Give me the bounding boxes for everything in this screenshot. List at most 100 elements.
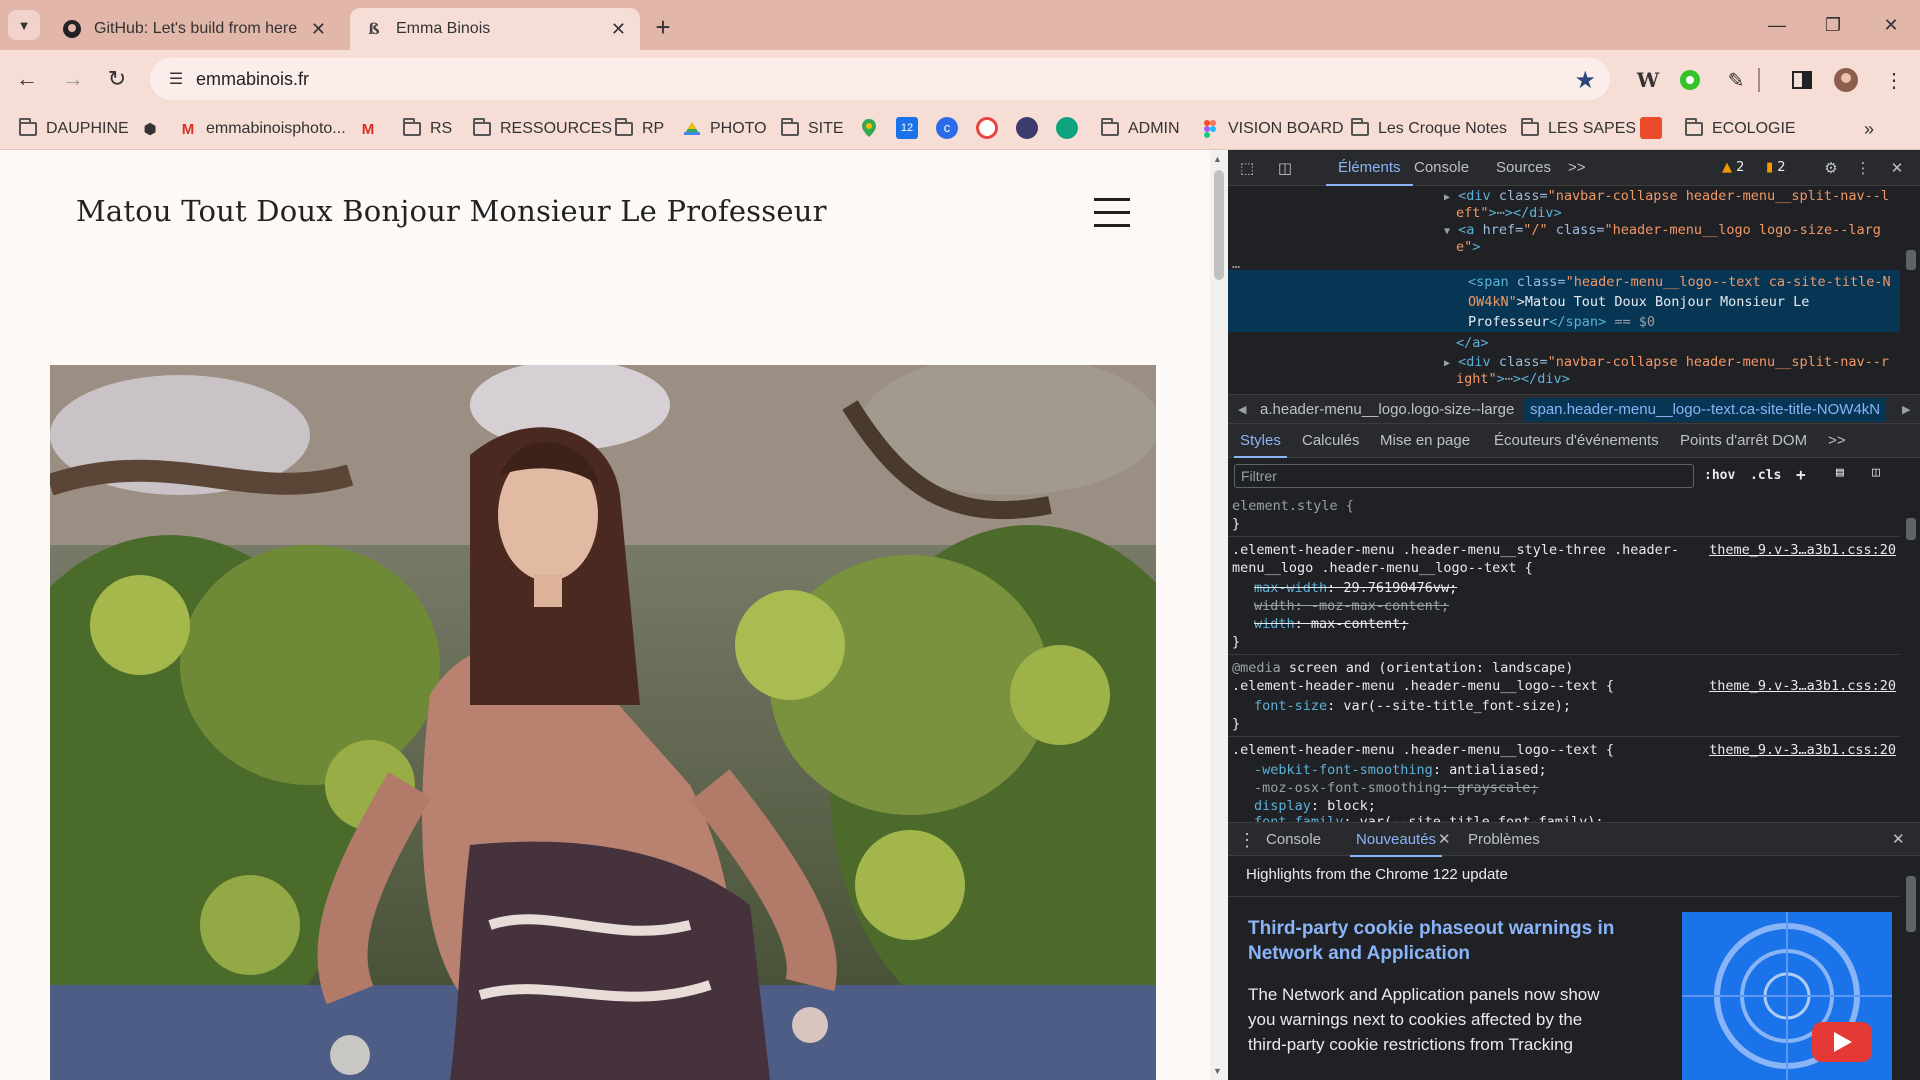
dom-row-menu[interactable]: … (1232, 256, 1240, 272)
maps-icon[interactable] (858, 117, 880, 139)
green-extension-icon[interactable] (1676, 66, 1704, 94)
bookmark-gmail[interactable]: M (358, 116, 386, 142)
bookmark-admin[interactable]: ADMIN (1100, 116, 1180, 142)
more-subtabs-button[interactable]: >> (1828, 424, 1846, 458)
devtools-menu-icon[interactable]: ⋮ (1852, 158, 1874, 178)
breadcrumb-item-selected[interactable]: span.header-menu__logo--text.ca-site-tit… (1524, 398, 1887, 422)
bookmark-les-sapes[interactable]: LES SAPES (1520, 116, 1636, 142)
close-tab-icon[interactable]: ✕ (611, 19, 626, 40)
bookmark-site[interactable]: SITE (780, 116, 844, 142)
collapse-arrow-icon[interactable]: ▼ (1444, 226, 1450, 237)
canva-icon[interactable]: c (936, 117, 958, 139)
add-rule-icon[interactable]: + (1796, 465, 1806, 484)
source-link[interactable]: theme_9.v-3…a3b1.css:20 (1709, 542, 1896, 558)
row-menu-icon[interactable]: … (1232, 256, 1240, 272)
settings-gear-icon[interactable]: ⚙ (1820, 158, 1842, 178)
hover-state-button[interactable]: :hov (1704, 468, 1735, 483)
scrollbar-thumb[interactable] (1214, 170, 1224, 280)
feature-video-thumbnail[interactable] (1682, 912, 1892, 1080)
tab-console[interactable]: Console (1414, 150, 1469, 186)
bookmark-star-icon[interactable]: ★ (1574, 66, 1596, 95)
hamburger-menu-icon[interactable] (1094, 198, 1130, 228)
bookmark-photo[interactable]: PHOTO (682, 116, 767, 142)
tab-computed[interactable]: Calculés (1302, 424, 1360, 458)
tab-search-button[interactable]: ▼ (8, 10, 40, 40)
close-window-button[interactable]: ✕ (1866, 8, 1916, 42)
css-declaration[interactable]: font-size: var(--site-title_font-size); (1254, 698, 1571, 714)
css-declaration[interactable]: font-family: var(--site-title_font-famil… (1254, 814, 1604, 822)
close-devtools-icon[interactable]: ✕ (1886, 158, 1908, 178)
source-link[interactable]: theme_9.v-3…a3b1.css:20 (1709, 678, 1896, 694)
dom-tree[interactable]: ▶ <div class="navbar-collapse header-men… (1228, 186, 1900, 394)
class-toggle-button[interactable]: .cls (1750, 468, 1781, 483)
rule-selector[interactable]: element.style { (1232, 498, 1354, 514)
drawer-tab-console[interactable]: Console (1266, 823, 1321, 857)
tab-elements[interactable]: Éléments (1326, 150, 1413, 186)
close-drawer-icon[interactable]: ✕ (1892, 823, 1905, 857)
dom-line[interactable]: ▶ <div class="navbar-collapse header-men… (1444, 188, 1889, 204)
site-info-icon[interactable]: ☰ (164, 67, 188, 91)
ellipsis-icon[interactable]: ⋯ (1497, 205, 1505, 221)
bookmark-rs[interactable]: RS (402, 116, 452, 142)
tab-event-listeners[interactable]: Écouteurs d'événements (1494, 424, 1659, 458)
scrollbar-thumb[interactable] (1906, 876, 1916, 932)
close-drawer-tab-icon[interactable]: ✕ (1438, 823, 1451, 857)
css-declaration[interactable]: max-width: 29.76190476vw; (1254, 580, 1457, 596)
scrollbar-thumb[interactable] (1906, 518, 1916, 540)
dom-line[interactable]: <span class="header-menu__logo--text ca-… (1468, 274, 1891, 290)
extensions-puzzle-icon[interactable]: ✎ (1722, 66, 1750, 94)
reload-button[interactable]: ↻ (102, 64, 132, 94)
drawer-menu-icon[interactable]: ⋮ (1238, 823, 1256, 857)
more-tabs-button[interactable]: >> (1568, 150, 1586, 186)
red-square-icon[interactable] (1640, 117, 1662, 139)
bookmark-emmabinoisphoto[interactable]: Memmabinoisphoto... (178, 116, 346, 142)
calendar-icon[interactable]: 12 (896, 117, 918, 139)
tab-github[interactable]: GitHub: Let's build from here · GitHub ✕ (48, 8, 340, 50)
more-bookmarks-button[interactable]: » (1864, 116, 1874, 142)
forward-button[interactable]: → (58, 64, 88, 94)
paint-brush-icon[interactable]: ▤ (1836, 465, 1844, 480)
wikipedia-extension-icon[interactable]: W (1634, 66, 1662, 94)
ellipsis-icon[interactable]: ⋯ (1505, 371, 1513, 387)
youtube-play-icon[interactable] (1812, 1022, 1872, 1062)
breadcrumb-left-icon[interactable]: ◀ (1238, 403, 1246, 416)
warnings-badge[interactable]: ▲ 2 (1722, 160, 1744, 175)
breadcrumb-item[interactable]: a.header-menu__logo.logo-size--large (1260, 401, 1514, 418)
css-declaration[interactable]: -webkit-font-smoothing: antialiased; (1254, 762, 1547, 778)
dom-line[interactable]: ▼ <a href="/" class="header-menu__logo l… (1444, 222, 1881, 238)
site-title[interactable]: Matou Tout Doux Bonjour Monsieur Le Prof… (76, 194, 827, 228)
device-toolbar-icon[interactable]: ◫ (1274, 158, 1296, 178)
bookmark-dauphine[interactable]: DAUPHINE (18, 116, 129, 142)
drawer-tab-issues[interactable]: Problèmes (1468, 823, 1540, 857)
css-declaration[interactable]: width: max-content; (1254, 616, 1408, 632)
dom-line[interactable]: ▶ <div class="navbar-collapse header-men… (1444, 354, 1889, 370)
source-link[interactable]: theme_9.v-3…a3b1.css:20 (1709, 742, 1896, 758)
dom-scrollbar[interactable] (1900, 186, 1920, 394)
scroll-down-icon[interactable]: ▼ (1213, 1066, 1222, 1076)
tab-styles[interactable]: Styles (1234, 424, 1287, 458)
dom-line[interactable]: </a> (1456, 335, 1489, 351)
close-tab-icon[interactable]: ✕ (311, 19, 326, 40)
rule-selector[interactable]: .element-header-menu .header-menu__logo-… (1232, 678, 1614, 694)
styles-scrollbar[interactable] (1900, 494, 1920, 822)
css-declaration[interactable]: display: block; (1254, 798, 1376, 814)
bookmark-app[interactable]: ⬢ (140, 116, 168, 142)
expand-arrow-icon[interactable]: ▶ (1444, 192, 1450, 203)
tab-layout[interactable]: Mise en page (1380, 424, 1470, 458)
issues-badge[interactable]: ▮ 2 (1766, 160, 1786, 175)
expand-arrow-icon[interactable]: ▶ (1444, 358, 1450, 369)
page-scrollbar[interactable]: ▲ ▼ (1210, 150, 1228, 1080)
rule-selector[interactable]: .element-header-menu .header-menu__style… (1232, 542, 1679, 558)
feature-title-link[interactable]: Third-party cookie phaseout warnings in … (1248, 916, 1648, 966)
scroll-up-icon[interactable]: ▲ (1213, 154, 1222, 164)
new-tab-button[interactable]: + (648, 12, 678, 42)
breadcrumb-right-icon[interactable]: ▶ (1902, 403, 1910, 416)
inspect-element-icon[interactable]: ⬚ (1236, 158, 1258, 178)
rule-selector[interactable]: .element-header-menu .header-menu__logo-… (1232, 742, 1614, 758)
bookmark-ressources[interactable]: RESSOURCES (472, 116, 612, 142)
purple-app-icon[interactable] (1016, 117, 1038, 139)
bookmark-les-croque-notes[interactable]: Les Croque Notes (1350, 116, 1507, 142)
rule-selector[interactable]: menu__logo .header-menu__logo--text { (1232, 560, 1533, 576)
side-panel-icon[interactable] (1788, 66, 1816, 94)
bookmark-ecologie[interactable]: ECOLOGIE (1684, 116, 1796, 142)
